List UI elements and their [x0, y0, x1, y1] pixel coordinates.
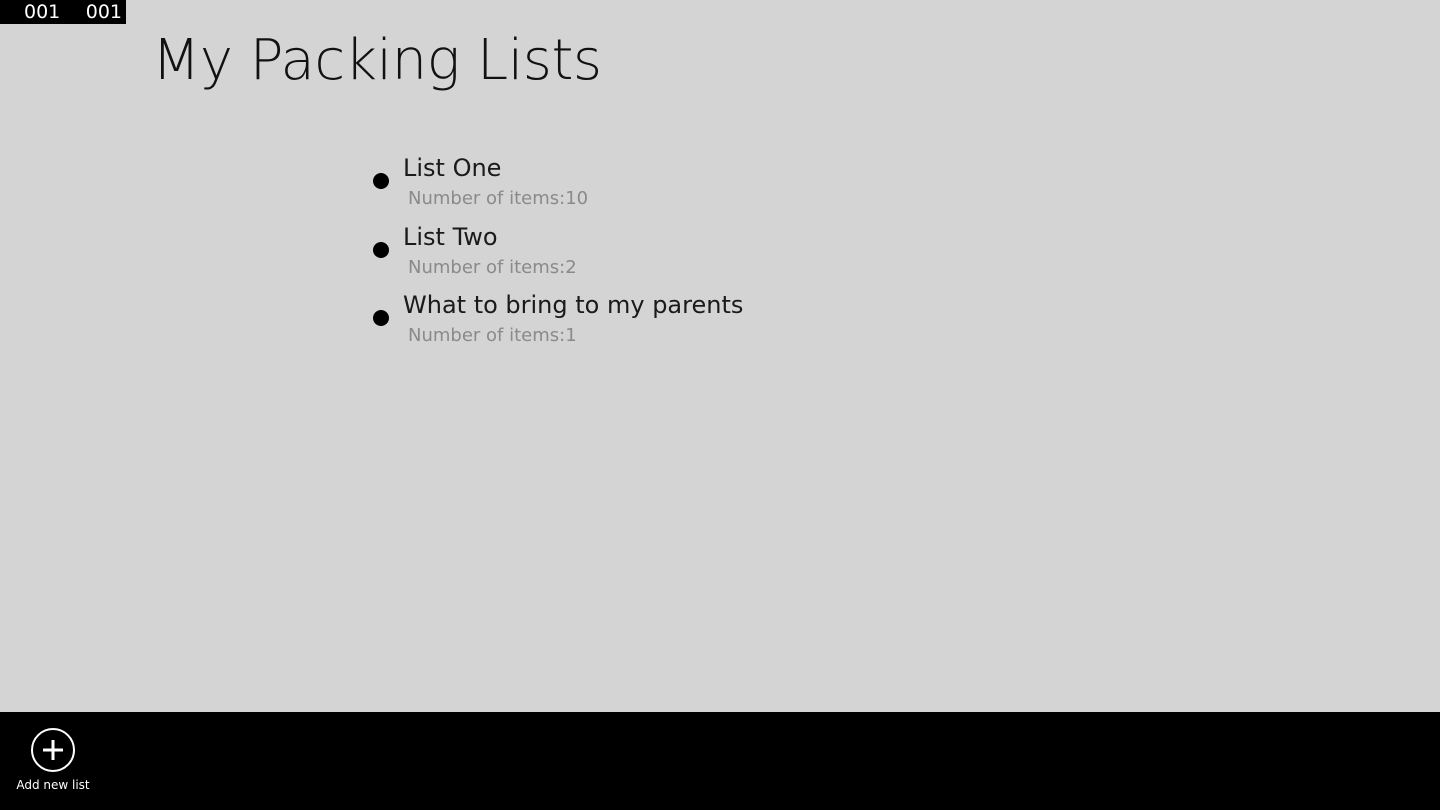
list-name: What to bring to my parents [403, 291, 744, 319]
list-name: List Two [403, 222, 498, 251]
bullet-icon [373, 241, 389, 258]
page-title: My Packing Lists [152, 28, 602, 93]
add-new-list-button[interactable]: Add new list [14, 728, 92, 806]
list-name: List One [403, 154, 502, 182]
list-item-count: Number of items:10 [408, 188, 589, 209]
frame-counter-right: 001 [85, 1, 122, 23]
bullet-icon [373, 173, 389, 189]
plus-circle-icon [31, 728, 75, 772]
list-item-count: Number of items:2 [408, 256, 577, 278]
app-bar: Add new list [0, 712, 1440, 810]
list-item-count: Number of items:1 [408, 325, 577, 346]
add-new-list-label: Add new list [16, 778, 90, 792]
frame-counter-left: 001 [24, 1, 61, 23]
frame-counter: 001 001 [0, 0, 126, 24]
bullet-icon [373, 310, 389, 326]
